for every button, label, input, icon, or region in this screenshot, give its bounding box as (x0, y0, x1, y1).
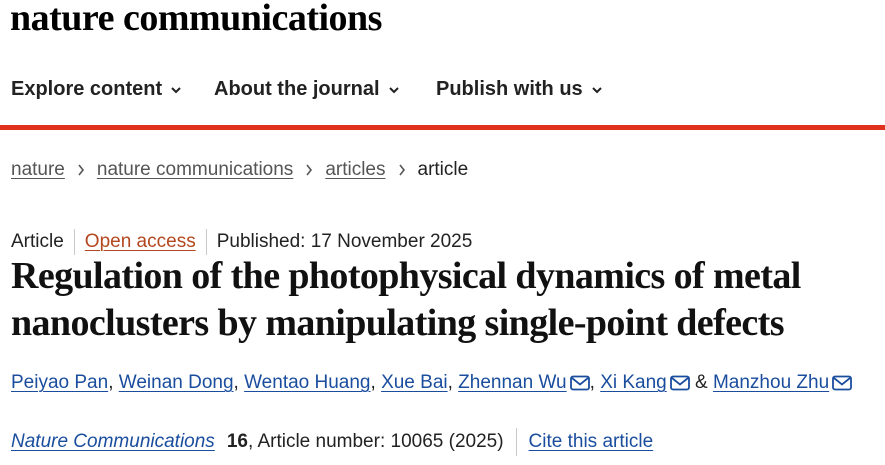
article-meta: Article Open access Published: 17 Novemb… (11, 229, 472, 255)
article-type: Article (11, 231, 64, 252)
breadcrumb-link-nature[interactable]: nature (11, 159, 65, 181)
envelope-icon[interactable] (669, 375, 690, 391)
nav-explore-content[interactable]: Explore content (11, 78, 181, 101)
author-link[interactable]: Zhennan Wu (458, 372, 566, 394)
article-title: Regulation of the photophysical dynamics… (11, 255, 801, 344)
author-separator: , (447, 372, 459, 393)
open-access-link[interactable]: Open access (85, 231, 196, 253)
author-list: Peiyao Pan, Weinan Dong, Wentao Huang, X… (11, 372, 853, 394)
author-separator: , (233, 372, 245, 393)
breadcrumb-link-articles[interactable]: articles (325, 159, 385, 181)
author-link[interactable]: Xue Bai (381, 372, 448, 394)
meta-divider (73, 229, 75, 255)
nav-accent-rule (0, 125, 885, 130)
author-link[interactable]: Wentao Huang (244, 372, 370, 394)
article-number: , Article number: 10065 (2025) (247, 431, 504, 452)
author-link[interactable]: Manzhou Zhu (713, 372, 829, 394)
nav-publish-with-us[interactable]: Publish with us (436, 78, 602, 101)
envelope-icon[interactable] (832, 375, 853, 391)
author-separator: & (689, 372, 713, 393)
author-link[interactable]: Xi Kang (600, 372, 667, 394)
envelope-icon[interactable] (569, 375, 590, 391)
meta-divider (205, 229, 207, 255)
author-separator: , (370, 372, 382, 393)
chevron-right-icon (78, 164, 84, 176)
journal-link[interactable]: Nature Communications (11, 431, 215, 453)
breadcrumb: nature nature communications articles ar… (11, 159, 468, 181)
volume-number: 16 (226, 431, 248, 452)
citation-row: Nature Communications 16 , Article numbe… (11, 428, 653, 456)
nav-item-label: Publish with us (436, 78, 583, 100)
author-separator: , (108, 372, 119, 393)
breadcrumb-link-nature-communications[interactable]: nature communications (97, 159, 293, 181)
site-logo[interactable]: nature communications (10, 0, 382, 40)
breadcrumb-current: article (417, 159, 469, 180)
nav-item-label: Explore content (11, 78, 163, 100)
chevron-down-icon (591, 86, 602, 93)
chevron-down-icon (388, 86, 399, 93)
chevron-down-icon (171, 86, 181, 93)
nav-item-label: About the journal (214, 78, 380, 100)
published-date: Published: 17 November 2025 (216, 231, 473, 252)
author-link[interactable]: Peiyao Pan (11, 372, 108, 394)
chevron-right-icon (398, 164, 405, 176)
cite-this-article-link[interactable]: Cite this article (529, 431, 654, 453)
main-nav: Explore content About the journal Publis… (0, 78, 885, 108)
citation-divider (515, 428, 517, 456)
nav-about-the-journal[interactable]: About the journal (214, 78, 399, 101)
chevron-right-icon (306, 164, 313, 176)
author-separator: , (589, 372, 601, 393)
author-link[interactable]: Weinan Dong (119, 372, 234, 394)
